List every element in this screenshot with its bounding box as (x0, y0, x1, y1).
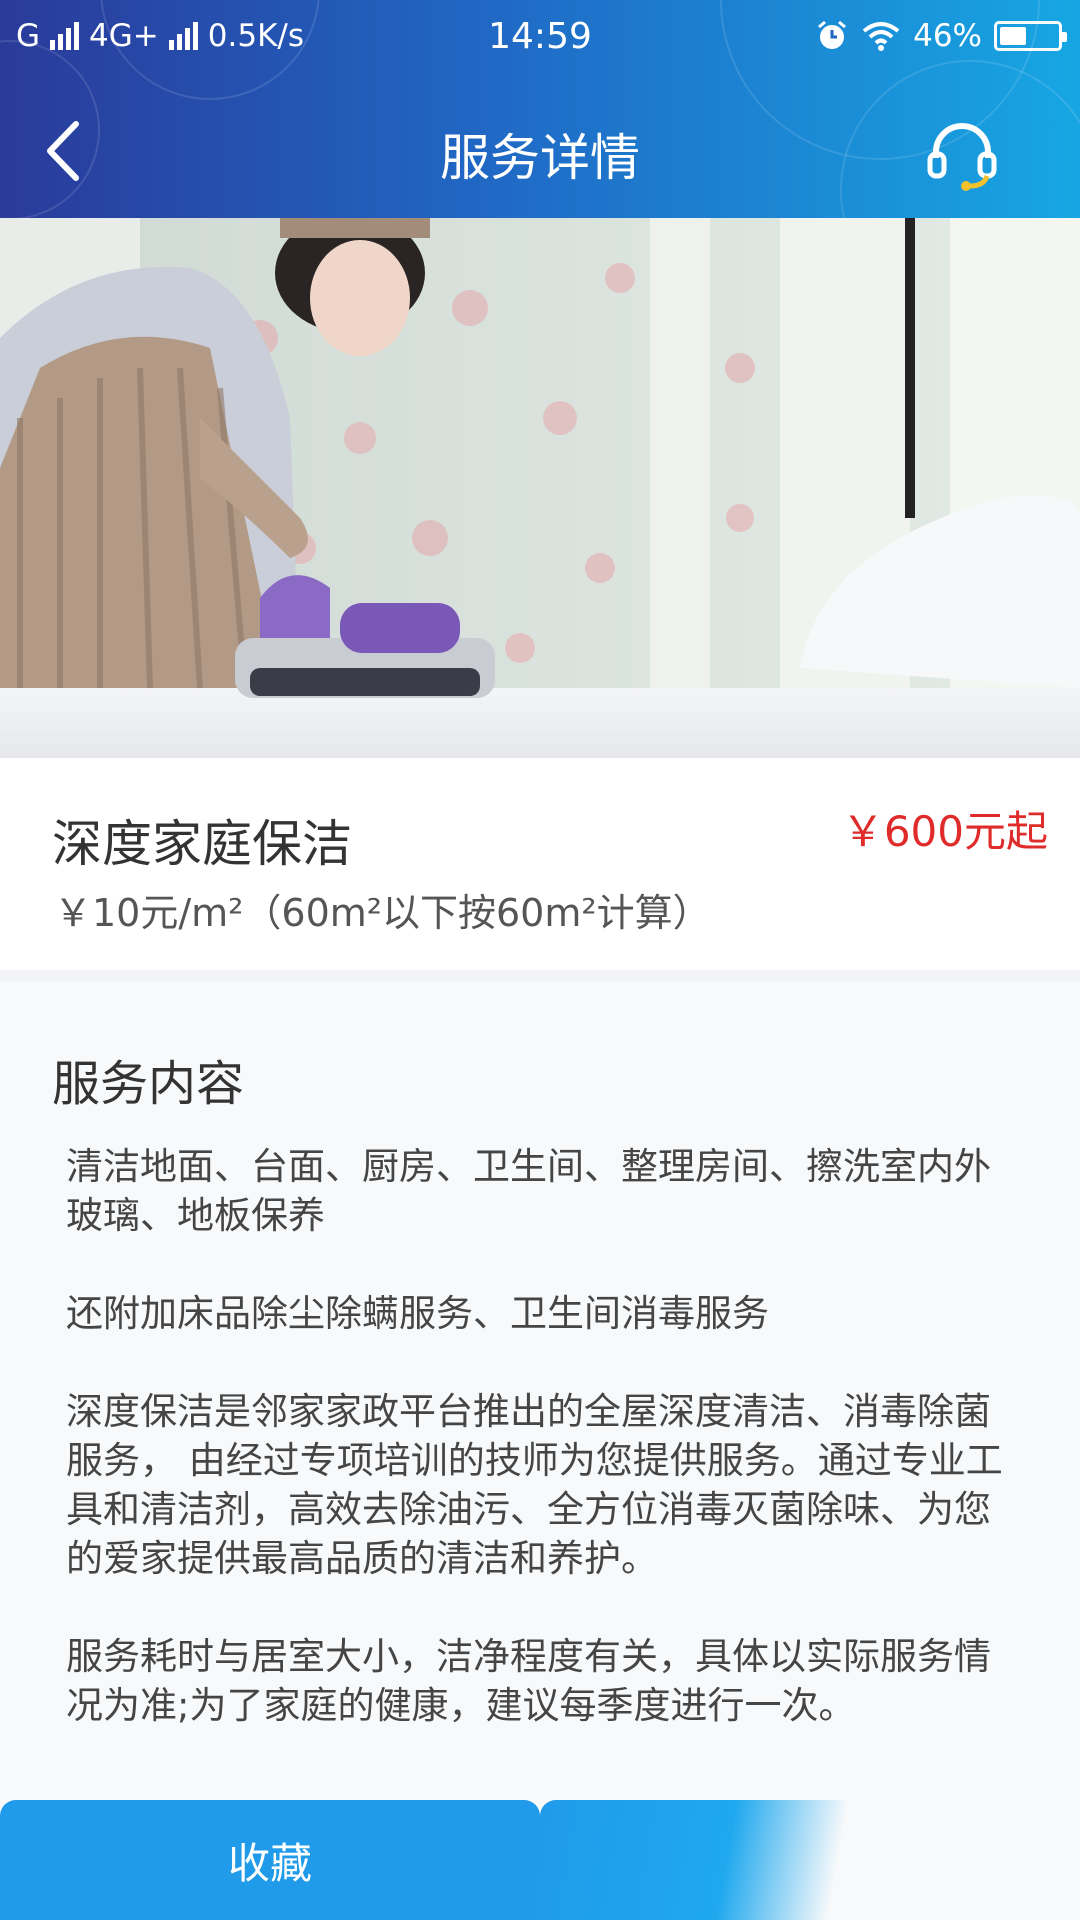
wifi-icon (862, 22, 900, 51)
status-bar: G 4G+ 0.5K/s 14:59 46% (0, 0, 1080, 76)
service-hero-image (0, 218, 1080, 758)
battery-icon (994, 21, 1067, 51)
service-description: 清洁地面、台面、厨房、卫生间、整理房间、擦洗室内外玻璃、地板保养 还附加床品除尘… (66, 1142, 1006, 1779)
service-summary-card: 深度家庭保洁 ￥600元起 ￥10元/m²（60m²以下按60m²计算） (0, 758, 1080, 970)
alarm-icon (818, 20, 847, 49)
section-title: 服务内容 (52, 1056, 245, 1112)
description-paragraph: 深度保洁是邻家家政平台推出的全屋深度清洁、消毒除菌服务， 由经过专项培训的技师为… (66, 1390, 1003, 1580)
book-button[interactable] (540, 1800, 1080, 1920)
battery-fill (1000, 27, 1026, 45)
page-title: 服务详情 (440, 129, 640, 187)
bottom-action-bar: 收藏 (0, 1800, 1080, 1920)
service-title: 深度家庭保洁 (52, 815, 352, 873)
service-price: ￥600元起 (841, 807, 1048, 856)
battery-percent: 46% (913, 18, 982, 54)
description-paragraph: 服务耗时与居室大小，洁净程度有关，具体以实际服务情况为准;为了家庭的健康，建议每… (66, 1635, 991, 1727)
cleaning-photo (0, 218, 1080, 758)
headset-icon (927, 123, 997, 191)
app-header: G 4G+ 0.5K/s 14:59 46% 服务详情 (0, 0, 1080, 218)
description-paragraph: 清洁地面、台面、厨房、卫生间、整理房间、擦洗室内外玻璃、地板保养 (66, 1145, 991, 1237)
customer-service-button[interactable] (922, 118, 1002, 192)
favorite-button[interactable]: 收藏 (0, 1800, 540, 1920)
status-right: 46% (815, 18, 1067, 54)
description-paragraph: 还附加床品除尘除螨服务、卫生间消毒服务 (66, 1292, 769, 1335)
service-unit-price: ￥10元/m²（60m²以下按60m²计算） (54, 891, 711, 935)
